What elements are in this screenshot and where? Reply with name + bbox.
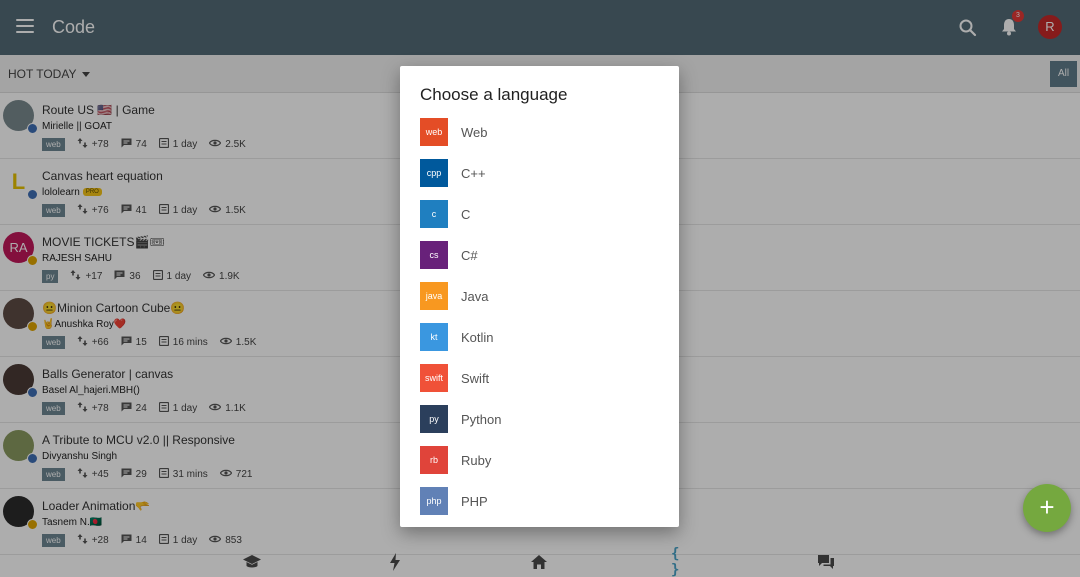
language-icon: java (420, 282, 448, 310)
language-option-swift[interactable]: swift Swift (420, 364, 660, 392)
language-option-cs[interactable]: cs C# (420, 241, 660, 269)
language-name: C# (461, 247, 478, 263)
language-option-cpp[interactable]: cpp C++ (420, 159, 660, 187)
language-icon: rb (420, 446, 448, 474)
language-icon: php (420, 487, 448, 515)
language-option-web[interactable]: web Web (420, 118, 660, 146)
language-name: Ruby (461, 452, 492, 468)
language-name: Web (461, 124, 488, 140)
language-option-py[interactable]: py Python (420, 405, 660, 433)
add-code-button[interactable]: + (1023, 484, 1071, 532)
language-option-java[interactable]: java Java (420, 282, 660, 310)
language-option-c[interactable]: cC (420, 200, 660, 228)
choose-language-dialog: Choose a language web Web cpp C++ c Ccs C# java… (400, 66, 679, 527)
language-icon: cpp (420, 159, 448, 187)
language-name: PHP (461, 493, 488, 509)
dialog-title: Choose a language (420, 85, 568, 104)
language-icon: web (420, 118, 448, 146)
language-icon: py (420, 405, 448, 433)
language-option-kt[interactable]: kt Kotlin (420, 323, 660, 351)
language-name: Kotlin (461, 329, 494, 345)
language-option-php[interactable]: php PHP (420, 487, 660, 515)
language-icon: c (420, 200, 448, 228)
language-icon: kt (420, 323, 448, 351)
language-option-rb[interactable]: rb Ruby (420, 446, 660, 474)
language-name: C (461, 206, 471, 222)
language-name: Swift (461, 370, 490, 386)
language-name: Java (461, 288, 489, 304)
language-name: C++ (461, 165, 486, 181)
language-icon: cs (420, 241, 448, 269)
language-icon: swift (420, 364, 448, 392)
language-name: Python (461, 411, 502, 427)
